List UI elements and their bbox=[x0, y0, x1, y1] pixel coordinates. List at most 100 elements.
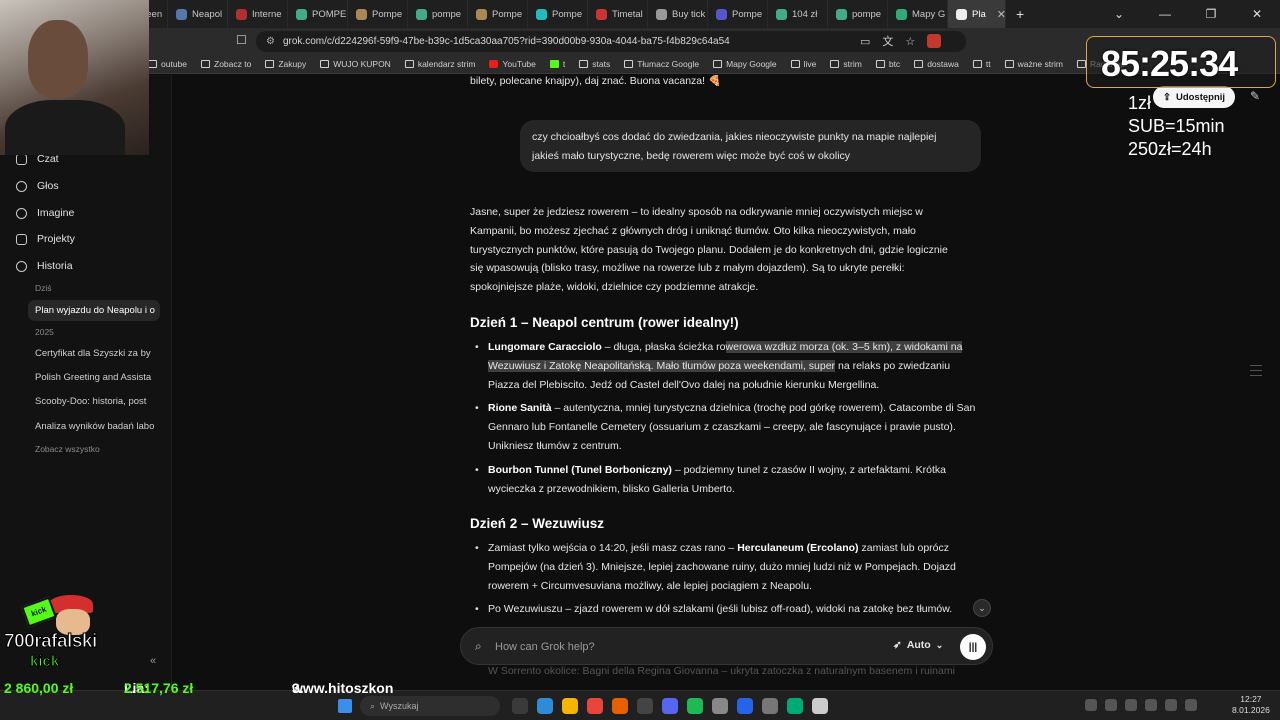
history-item[interactable]: Polish Greeting and Assista bbox=[35, 372, 160, 383]
voice-icon bbox=[16, 180, 27, 192]
browser-tab[interactable]: Pompe bbox=[468, 0, 528, 28]
share-button[interactable]: ⇪ Udostępnij bbox=[1153, 86, 1236, 108]
webcam-overlay bbox=[0, 0, 149, 155]
bookmark-label: strim bbox=[843, 58, 862, 69]
bookmark-item[interactable]: stats bbox=[579, 59, 610, 69]
folder-icon bbox=[1076, 59, 1086, 68]
browser-tab[interactable]: pompe bbox=[828, 0, 888, 28]
bookmark-star-icon[interactable]: ☐ bbox=[236, 33, 247, 47]
chevron-down-icon: ⌄ bbox=[978, 602, 986, 613]
chat-area: bilety, polecane knajpy), daj znać. Buon… bbox=[173, 75, 1280, 690]
bookmark-item[interactable]: kalendarz strim bbox=[404, 59, 475, 69]
bookmark-item[interactable]: t bbox=[549, 59, 565, 69]
intro-line: turystycznych punktów, które pasują do T… bbox=[470, 243, 948, 256]
maximize-button[interactable]: ❐ bbox=[1188, 7, 1234, 21]
browser-tab[interactable]: 104 zł bbox=[768, 0, 828, 28]
close-tab-icon[interactable]: ✕ bbox=[997, 8, 1005, 21]
tab-label: Pompe bbox=[552, 8, 583, 20]
item-title: Bourbon Tunnel (Tunel Borboniczny) bbox=[488, 463, 672, 476]
folder-icon bbox=[579, 59, 589, 68]
tab-label: Buy tick bbox=[672, 8, 706, 20]
bookmark-item[interactable]: strim bbox=[830, 58, 862, 69]
tab-favicon-icon bbox=[416, 8, 427, 20]
browser-tab[interactable]: Pla ✕ bbox=[948, 0, 1006, 28]
item-title: Lungomare Caracciolo bbox=[488, 341, 602, 353]
bookmark-item[interactable]: Mapy Google bbox=[713, 59, 777, 69]
sidebar-item-history[interactable]: Historia bbox=[16, 260, 73, 272]
window-controls: ⌄ — ❐ ✕ bbox=[1096, 0, 1280, 28]
cast-icon[interactable]: ▭ bbox=[860, 35, 870, 48]
list-item: Bourbon Tunnel (Tunel Borboniczny) – pod… bbox=[470, 461, 982, 499]
bookmark-item[interactable]: ważne strim bbox=[1004, 59, 1063, 69]
tab-favicon-icon bbox=[476, 8, 487, 20]
chat-input[interactable] bbox=[495, 637, 855, 657]
tab-search-icon[interactable]: ⌄ bbox=[1096, 7, 1142, 21]
logo-name: 700rafalski bbox=[4, 631, 98, 653]
item-title: Herculaneum (Ercolano) bbox=[737, 542, 859, 554]
bookmark-label: outube bbox=[161, 58, 187, 69]
browser-tab[interactable]: pompe bbox=[408, 0, 468, 28]
bookmark-item[interactable]: dostawa bbox=[914, 59, 959, 69]
browser-tab[interactable]: Buy tick bbox=[648, 0, 708, 28]
bookmark-item[interactable]: btc bbox=[875, 59, 900, 69]
new-chat-icon[interactable]: ✎ bbox=[1250, 89, 1260, 103]
history-item[interactable]: Plan wyjazdu do Neapolu i o bbox=[28, 300, 160, 321]
browser-tab[interactable]: POMPE bbox=[288, 0, 348, 28]
bookmark-item[interactable]: outube bbox=[148, 59, 187, 69]
new-tab-button[interactable]: + bbox=[1016, 6, 1024, 22]
folder-icon bbox=[972, 59, 982, 68]
tab-favicon-icon bbox=[956, 8, 967, 20]
browser-tab[interactable]: Mapy G bbox=[888, 0, 948, 28]
attach-icon[interactable]: ⌕ bbox=[475, 639, 482, 654]
browser-tab[interactable]: Pompe bbox=[348, 0, 408, 28]
sidebar-item-imagine[interactable]: Imagine bbox=[16, 207, 74, 219]
site-info-icon[interactable]: ⚙ bbox=[266, 36, 275, 47]
bookmark-item[interactable]: Zakupy bbox=[265, 59, 306, 69]
browser-tab[interactable]: Pompe bbox=[708, 0, 768, 28]
tab-favicon-icon bbox=[176, 8, 187, 20]
tab-list: Co zwieimage0ScreenNeapolInternePOMPEPom… bbox=[0, 0, 1006, 28]
browser-tab[interactable]: Neapol bbox=[168, 0, 228, 28]
item-text: Zamiast tylko wejścia o 14:20, jeśli mas… bbox=[488, 542, 738, 554]
mode-selector[interactable]: ➶ Auto ⌄ bbox=[893, 639, 943, 651]
collapse-sidebar-button[interactable]: « bbox=[150, 655, 156, 667]
conversation-minimap[interactable] bbox=[1250, 365, 1262, 380]
voice-mode-button[interactable]: ||| bbox=[960, 634, 986, 660]
tab-favicon-icon bbox=[296, 8, 307, 20]
bookmark-item[interactable]: live bbox=[790, 59, 816, 69]
browser-tab[interactable]: Pompe bbox=[528, 0, 588, 28]
bookmark-item[interactable]: Tłumacz Google bbox=[624, 59, 699, 69]
sub-info-line: 250zł=24h bbox=[1128, 139, 1212, 159]
bookmark-item[interactable]: YouTube bbox=[489, 59, 536, 69]
minimize-button[interactable]: — bbox=[1142, 7, 1188, 21]
history-icon bbox=[16, 260, 27, 272]
sidebar-item-voice[interactable]: Głos bbox=[16, 180, 59, 192]
extension-icon[interactable] bbox=[927, 34, 942, 48]
see-all-link[interactable]: Zobacz wszystko bbox=[35, 444, 100, 454]
intro-line: Kampanii, bo możesz zjechać z głównych d… bbox=[470, 224, 916, 237]
mode-label: Auto bbox=[906, 639, 931, 651]
ticker-amount: 2 860,00 zł bbox=[4, 680, 74, 696]
translate-icon[interactable]: 文 bbox=[882, 33, 893, 49]
scroll-down-button[interactable]: ⌄ bbox=[973, 599, 991, 617]
close-window-button[interactable]: ✕ bbox=[1234, 7, 1280, 21]
clock-date: 8.01.2026 bbox=[1232, 705, 1270, 715]
bookmark-item[interactable]: WUJO KUPON bbox=[320, 59, 391, 69]
image-icon bbox=[16, 207, 27, 219]
history-item[interactable]: Certyfikat dla Szyszki za by bbox=[35, 348, 160, 359]
history-section-2025: 2025 bbox=[35, 327, 54, 337]
ticker-amount: 2 517,76 zł bbox=[124, 680, 194, 696]
history-item[interactable]: Analiza wyników badań labo bbox=[35, 421, 160, 432]
tab-label: Interne bbox=[252, 8, 282, 20]
ticker-name: www.hitoszkon bbox=[292, 680, 394, 696]
browser-tab[interactable]: Timetal bbox=[588, 0, 648, 28]
history-item[interactable]: Scooby-Doo: historia, post bbox=[35, 396, 160, 407]
bookmark-item[interactable]: Zobacz to bbox=[201, 59, 251, 69]
bookmark-label: tt bbox=[985, 58, 991, 69]
browser-tab[interactable]: Interne bbox=[228, 0, 288, 28]
folder-icon bbox=[624, 59, 634, 68]
star-icon[interactable]: ☆ bbox=[905, 35, 915, 48]
rocket-icon: ➶ bbox=[893, 639, 902, 651]
sidebar-item-projects[interactable]: Projekty bbox=[16, 233, 75, 245]
bookmark-item[interactable]: tt bbox=[972, 58, 991, 69]
